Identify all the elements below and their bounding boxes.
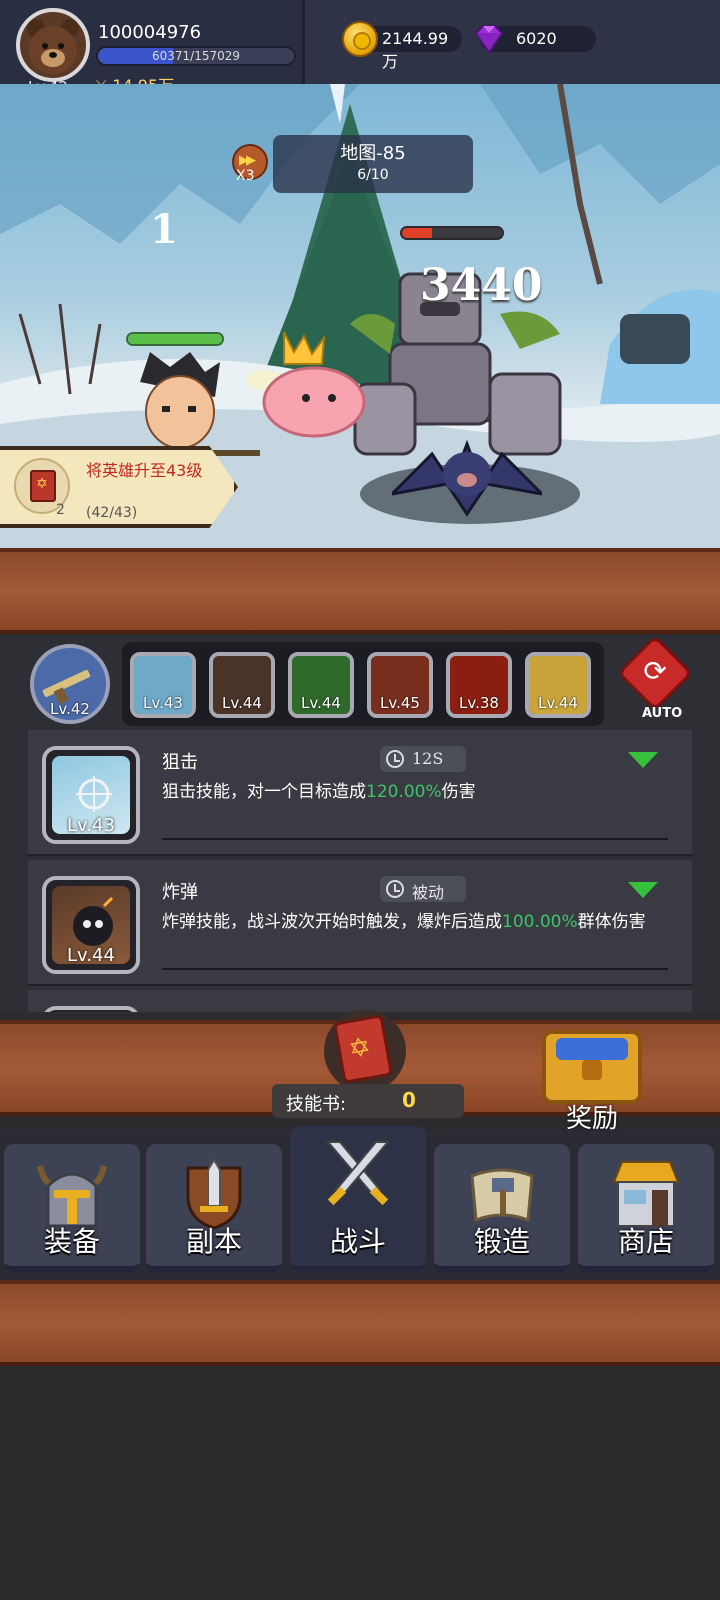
skill-slot-level: Lv.44 <box>538 694 578 712</box>
skill-thumb <box>42 1006 140 1012</box>
map-info-panel: 地图-85 6/10 <box>273 135 473 193</box>
skill-slot-3[interactable]: Lv.44 <box>288 652 354 718</box>
skill-list[interactable]: Lv.43 狙击 12S 狙击技能，对一个目标造成120.00%伤害 Lv.44… <box>28 730 692 1012</box>
skill-card-sniper[interactable]: Lv.43 狙击 12S 狙击技能，对一个目标造成120.00%伤害 <box>28 730 692 856</box>
damage-number: 3440 <box>420 260 543 311</box>
clock-icon <box>386 750 404 768</box>
bear-avatar-icon[interactable] <box>16 8 90 82</box>
nav-dungeon[interactable]: 副本 <box>146 1144 282 1272</box>
player-id: 100004976 <box>98 22 202 43</box>
nav-label: 副本 <box>185 1225 242 1258</box>
weapon-level: Lv.42 <box>50 700 90 718</box>
cooldown-pill: 被动 <box>380 876 466 902</box>
bottom-nav: 装备 副本 战斗 锻造 商店 <box>0 1126 720 1280</box>
skills-panel: Lv.42 Lv.43 Lv.44 Lv.44 Lv.45 Lv.38 Lv.4… <box>0 634 720 1014</box>
quest-progress: (42/43) <box>86 505 138 521</box>
nav-label: 商店 <box>617 1225 674 1258</box>
skill-slot-1[interactable]: Lv.43 <box>130 652 196 718</box>
skill-slot-4[interactable]: Lv.45 <box>367 652 433 718</box>
skill-slot-2[interactable]: Lv.44 <box>209 652 275 718</box>
nav-label: 战斗 <box>329 1225 386 1258</box>
wave-counter: 6/10 <box>357 167 389 183</box>
map-title: 地图-85 <box>340 143 406 164</box>
wood-divider-top <box>0 548 720 634</box>
battle-scene: X3 地图-85 6/10 1 <box>0 84 720 548</box>
skill-slot-strip: Lv.43 Lv.44 Lv.44 Lv.45 Lv.38 Lv.44 <box>122 642 604 726</box>
hero-hp-bar <box>126 332 224 346</box>
clock-icon <box>386 880 404 898</box>
desc-suffix: 群体伤害 <box>577 912 646 932</box>
skill-slot-level: Lv.38 <box>459 694 499 712</box>
desc-prefix: 炸弹技能，战斗波次开始时触发，爆炸后造成 <box>162 912 502 932</box>
auto-refresh-icon[interactable] <box>616 634 694 712</box>
skill-book-counter: 技能书: 0 <box>272 1084 464 1118</box>
pink-slime-pet[interactable] <box>244 330 374 440</box>
desc-suffix: 伤害 <box>441 782 476 802</box>
skill-slot-level: Lv.45 <box>380 694 420 712</box>
nav-label: 锻造 <box>473 1225 530 1258</box>
auto-label: AUTO <box>642 706 683 721</box>
expand-arrow-icon[interactable] <box>628 752 658 768</box>
weapon-slot[interactable]: Lv.42 <box>30 644 110 724</box>
enemy-hp-fill <box>402 228 432 238</box>
hero-hp-fill <box>128 334 222 344</box>
skill-card-level: Lv.43 <box>67 815 115 836</box>
gem-value: 6020 <box>516 29 557 48</box>
skill-description: 炸弹技能，战斗波次开始时触发，爆炸后造成100.00%群体伤害 <box>162 910 676 934</box>
gold-coin-icon <box>342 21 378 57</box>
enemy-hp-bar <box>400 226 504 240</box>
quest-banner[interactable]: 2 将英雄升至43级 (42/43) <box>0 446 238 528</box>
crossed-swords-icon <box>325 1141 391 1206</box>
nav-battle[interactable]: 战斗 <box>290 1126 426 1272</box>
xp-bar: 60371/157029 <box>96 46 296 66</box>
xp-text: 60371/157029 <box>151 49 241 63</box>
skill-book-count: 0 <box>402 1088 416 1112</box>
desc-value: 120.00% <box>366 782 442 802</box>
skill-slot-level: Lv.43 <box>143 694 183 712</box>
skill-card-partial[interactable] <box>28 990 692 1012</box>
cooldown-text: 被动 <box>412 883 445 902</box>
gold-counter[interactable]: 2144.99万 <box>342 21 462 71</box>
skill-slot-6[interactable]: Lv.44 <box>525 652 591 718</box>
game-screen: Lv.42 100004976 60371/157029 ⚔14.95万 214… <box>0 0 720 1600</box>
gold-value: 2144.99万 <box>382 29 449 71</box>
hero-character[interactable] <box>120 352 260 462</box>
skill-book-label: 技能书: <box>286 1094 347 1115</box>
bat-enemy[interactable] <box>392 424 542 520</box>
skill-description: 狙击技能，对一个目标造成120.00%伤害 <box>162 780 676 804</box>
reward-button[interactable]: 奖励 <box>532 1024 650 1134</box>
empty-footer <box>0 1366 720 1600</box>
gem-counter[interactable]: 6020 <box>474 25 596 54</box>
sniper-skill-icon: Lv.43 <box>42 746 140 844</box>
purple-gem-icon <box>474 25 504 54</box>
bomb-skill-icon: Lv.44 <box>42 876 140 974</box>
quest-count: 2 <box>56 502 65 518</box>
treasure-chest-icon <box>542 1030 642 1104</box>
skill-name: 狙击 <box>162 752 198 773</box>
skill-slot-5[interactable]: Lv.38 <box>446 652 512 718</box>
combo-number: 1 <box>150 206 178 253</box>
speed-multiplier: X3 <box>236 168 255 184</box>
nav-equipment[interactable]: 装备 <box>4 1144 140 1272</box>
skill-book-icon[interactable] <box>324 1010 406 1092</box>
expand-arrow-icon[interactable] <box>628 882 658 898</box>
cooldown-pill: 12S <box>380 746 466 772</box>
wood-divider-bottom <box>0 1280 720 1366</box>
nav-shop[interactable]: 商店 <box>578 1144 714 1272</box>
desc-prefix: 狙击技能，对一个目标造成 <box>162 782 366 802</box>
nav-forge[interactable]: 锻造 <box>434 1144 570 1272</box>
skill-name: 炸弹 <box>162 882 198 903</box>
skill-card-bomb[interactable]: Lv.44 炸弹 被动 炸弹技能，战斗波次开始时触发，爆炸后造成100.00%群… <box>28 860 692 986</box>
cooldown-text: 12S <box>412 749 444 768</box>
divider <box>162 968 668 970</box>
skill-slot-level: Lv.44 <box>301 694 341 712</box>
skill-card-level: Lv.44 <box>67 945 115 966</box>
quest-text: 将英雄升至43级 <box>86 461 203 480</box>
divider <box>162 838 668 840</box>
nav-label: 装备 <box>43 1225 100 1258</box>
desc-value: 100.00% <box>502 912 578 932</box>
skill-slot-level: Lv.44 <box>222 694 262 712</box>
